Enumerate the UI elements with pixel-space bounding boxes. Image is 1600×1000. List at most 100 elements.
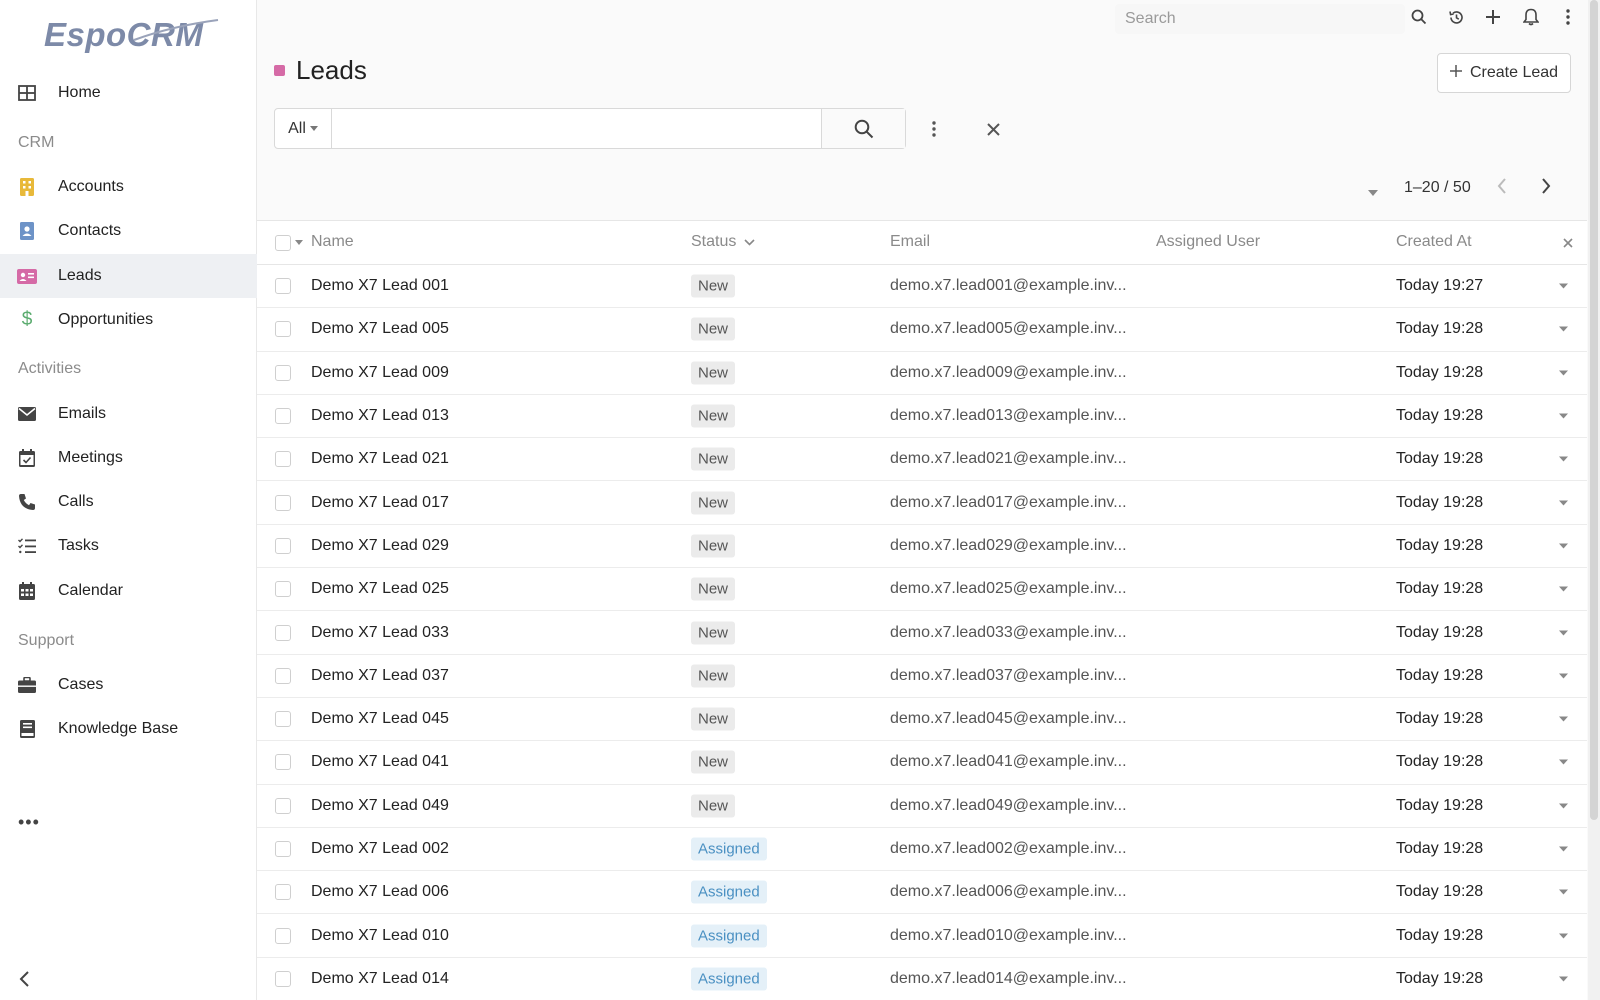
filter-options-icon[interactable] xyxy=(926,118,942,140)
row-actions-caret-icon[interactable] xyxy=(1559,716,1568,722)
sidebar-item-emails[interactable]: Emails xyxy=(0,392,257,436)
row-checkbox[interactable] xyxy=(275,581,291,598)
table-row[interactable]: Demo X7 Lead 041 New demo.x7.lead041@examp… xyxy=(257,741,1587,785)
sidebar-item-cases[interactable]: Cases xyxy=(0,663,257,707)
row-checkbox[interactable] xyxy=(275,970,291,987)
lead-name-link[interactable]: Demo X7 Lead 045 xyxy=(311,710,449,728)
sidebar-item-tasks[interactable]: Tasks xyxy=(0,524,257,568)
row-checkbox[interactable] xyxy=(275,278,291,295)
table-row[interactable]: Demo X7 Lead 014 Assigned demo.x7.lead014@… xyxy=(257,958,1587,1000)
row-checkbox[interactable] xyxy=(275,451,291,468)
row-checkbox[interactable] xyxy=(275,711,291,728)
lead-name-link[interactable]: Demo X7 Lead 009 xyxy=(311,364,449,382)
table-row[interactable]: Demo X7 Lead 002 Assigned demo.x7.lead002@… xyxy=(257,828,1587,872)
row-actions-caret-icon[interactable] xyxy=(1559,326,1568,332)
row-actions-caret-icon[interactable] xyxy=(1559,976,1568,982)
row-checkbox[interactable] xyxy=(275,927,291,944)
email-link[interactable]: demo.x7.lead045@example.inv... xyxy=(890,710,1127,728)
bell-icon[interactable] xyxy=(1522,8,1540,26)
select-all-checkbox[interactable] xyxy=(275,234,291,251)
row-actions-caret-icon[interactable] xyxy=(1559,456,1568,462)
sidebar-item-accounts[interactable]: Accounts xyxy=(0,165,257,209)
lead-name-link[interactable]: Demo X7 Lead 025 xyxy=(311,580,449,598)
email-link[interactable]: demo.x7.lead033@example.inv... xyxy=(890,624,1127,642)
table-row[interactable]: Demo X7 Lead 025 New demo.x7.lead025@examp… xyxy=(257,568,1587,612)
close-icon[interactable] xyxy=(983,118,1003,140)
lead-name-link[interactable]: Demo X7 Lead 005 xyxy=(311,320,449,338)
sidebar-item-knowledge-base[interactable]: Knowledge Base xyxy=(0,707,257,751)
filter-scope-dropdown[interactable]: All xyxy=(275,109,332,148)
sidebar-item-contacts[interactable]: Contacts xyxy=(0,209,257,253)
table-row[interactable]: Demo X7 Lead 037 New demo.x7.lead037@examp… xyxy=(257,655,1587,698)
email-link[interactable]: demo.x7.lead010@example.inv... xyxy=(890,927,1127,945)
column-header-email[interactable]: Email xyxy=(890,233,930,251)
more-menu-button[interactable]: ••• xyxy=(18,812,40,833)
lead-name-link[interactable]: Demo X7 Lead 041 xyxy=(311,753,449,771)
lead-name-link[interactable]: Demo X7 Lead 006 xyxy=(311,883,449,901)
sidebar-item-home[interactable]: Home xyxy=(0,71,257,115)
chevron-right-icon[interactable] xyxy=(1541,178,1551,199)
app-logo[interactable]: EspoCRM xyxy=(44,16,220,58)
email-link[interactable]: demo.x7.lead017@example.inv... xyxy=(890,494,1127,512)
email-link[interactable]: demo.x7.lead009@example.inv... xyxy=(890,364,1127,382)
table-row[interactable]: Demo X7 Lead 017 New demo.x7.lead017@examp… xyxy=(257,481,1587,525)
scrollbar[interactable] xyxy=(1588,0,1600,1000)
global-search-input[interactable] xyxy=(1115,4,1405,34)
row-checkbox[interactable] xyxy=(275,667,291,684)
row-checkbox[interactable] xyxy=(275,321,291,338)
lead-name-link[interactable]: Demo X7 Lead 014 xyxy=(311,970,449,988)
close-icon[interactable] xyxy=(1563,238,1573,248)
row-actions-caret-icon[interactable] xyxy=(1559,413,1568,419)
row-actions-caret-icon[interactable] xyxy=(1559,500,1568,506)
email-link[interactable]: demo.x7.lead049@example.inv... xyxy=(890,797,1127,815)
row-checkbox[interactable] xyxy=(275,624,291,641)
lead-name-link[interactable]: Demo X7 Lead 001 xyxy=(311,277,449,295)
email-link[interactable]: demo.x7.lead001@example.inv... xyxy=(890,277,1127,295)
scrollbar-thumb[interactable] xyxy=(1590,0,1598,820)
row-actions-caret-icon[interactable] xyxy=(1559,889,1568,895)
collapse-sidebar-icon[interactable] xyxy=(18,970,34,990)
lead-name-link[interactable]: Demo X7 Lead 010 xyxy=(311,927,449,945)
create-lead-button[interactable]: Create Lead xyxy=(1437,53,1571,93)
column-header-status[interactable]: Status xyxy=(691,233,755,251)
sidebar-item-calendar[interactable]: Calendar xyxy=(0,569,257,613)
row-checkbox[interactable] xyxy=(275,797,291,814)
row-checkbox[interactable] xyxy=(275,494,291,511)
sidebar-item-opportunities[interactable]: $ Opportunities xyxy=(0,298,257,342)
lead-name-link[interactable]: Demo X7 Lead 021 xyxy=(311,450,449,468)
row-checkbox[interactable] xyxy=(275,884,291,901)
email-link[interactable]: demo.x7.lead025@example.inv... xyxy=(890,580,1127,598)
email-link[interactable]: demo.x7.lead037@example.inv... xyxy=(890,667,1127,685)
table-row[interactable]: Demo X7 Lead 010 Assigned demo.x7.lead010@… xyxy=(257,914,1587,958)
pagination-dropdown-icon[interactable] xyxy=(1368,183,1378,201)
row-actions-caret-icon[interactable] xyxy=(1559,933,1568,939)
row-actions-caret-icon[interactable] xyxy=(1559,759,1568,765)
history-icon[interactable] xyxy=(1447,8,1465,26)
table-row[interactable]: Demo X7 Lead 033 New demo.x7.lead033@examp… xyxy=(257,611,1587,655)
table-row[interactable]: Demo X7 Lead 029 New demo.x7.lead029@examp… xyxy=(257,525,1587,569)
sidebar-item-meetings[interactable]: Meetings xyxy=(0,436,257,480)
search-button[interactable] xyxy=(821,109,905,148)
column-header-name[interactable]: Name xyxy=(311,233,354,251)
email-link[interactable]: demo.x7.lead006@example.inv... xyxy=(890,883,1127,901)
row-checkbox[interactable] xyxy=(275,841,291,857)
table-row[interactable]: Demo X7 Lead 049 New demo.x7.lead049@examp… xyxy=(257,785,1587,828)
row-actions-caret-icon[interactable] xyxy=(1559,673,1568,679)
table-row[interactable]: Demo X7 Lead 006 Assigned demo.x7.lead006@… xyxy=(257,871,1587,915)
column-header-assigned-user[interactable]: Assigned User xyxy=(1156,233,1260,251)
sidebar-item-leads[interactable]: Leads xyxy=(0,254,257,298)
row-actions-caret-icon[interactable] xyxy=(1559,370,1568,376)
caret-down-icon[interactable] xyxy=(295,240,303,245)
email-link[interactable]: demo.x7.lead014@example.inv... xyxy=(890,970,1127,988)
lead-name-link[interactable]: Demo X7 Lead 017 xyxy=(311,494,449,512)
global-search[interactable] xyxy=(1115,4,1405,34)
email-link[interactable]: demo.x7.lead013@example.inv... xyxy=(890,407,1127,425)
row-actions-caret-icon[interactable] xyxy=(1559,803,1568,809)
lead-name-link[interactable]: Demo X7 Lead 002 xyxy=(311,840,449,858)
email-link[interactable]: demo.x7.lead029@example.inv... xyxy=(890,537,1127,555)
row-checkbox[interactable] xyxy=(275,754,291,771)
column-header-created-at[interactable]: Created At xyxy=(1396,233,1472,251)
row-checkbox[interactable] xyxy=(275,537,291,554)
table-row[interactable]: Demo X7 Lead 001 New demo.x7.lead001@examp… xyxy=(257,265,1587,309)
email-link[interactable]: demo.x7.lead005@example.inv... xyxy=(890,320,1127,338)
